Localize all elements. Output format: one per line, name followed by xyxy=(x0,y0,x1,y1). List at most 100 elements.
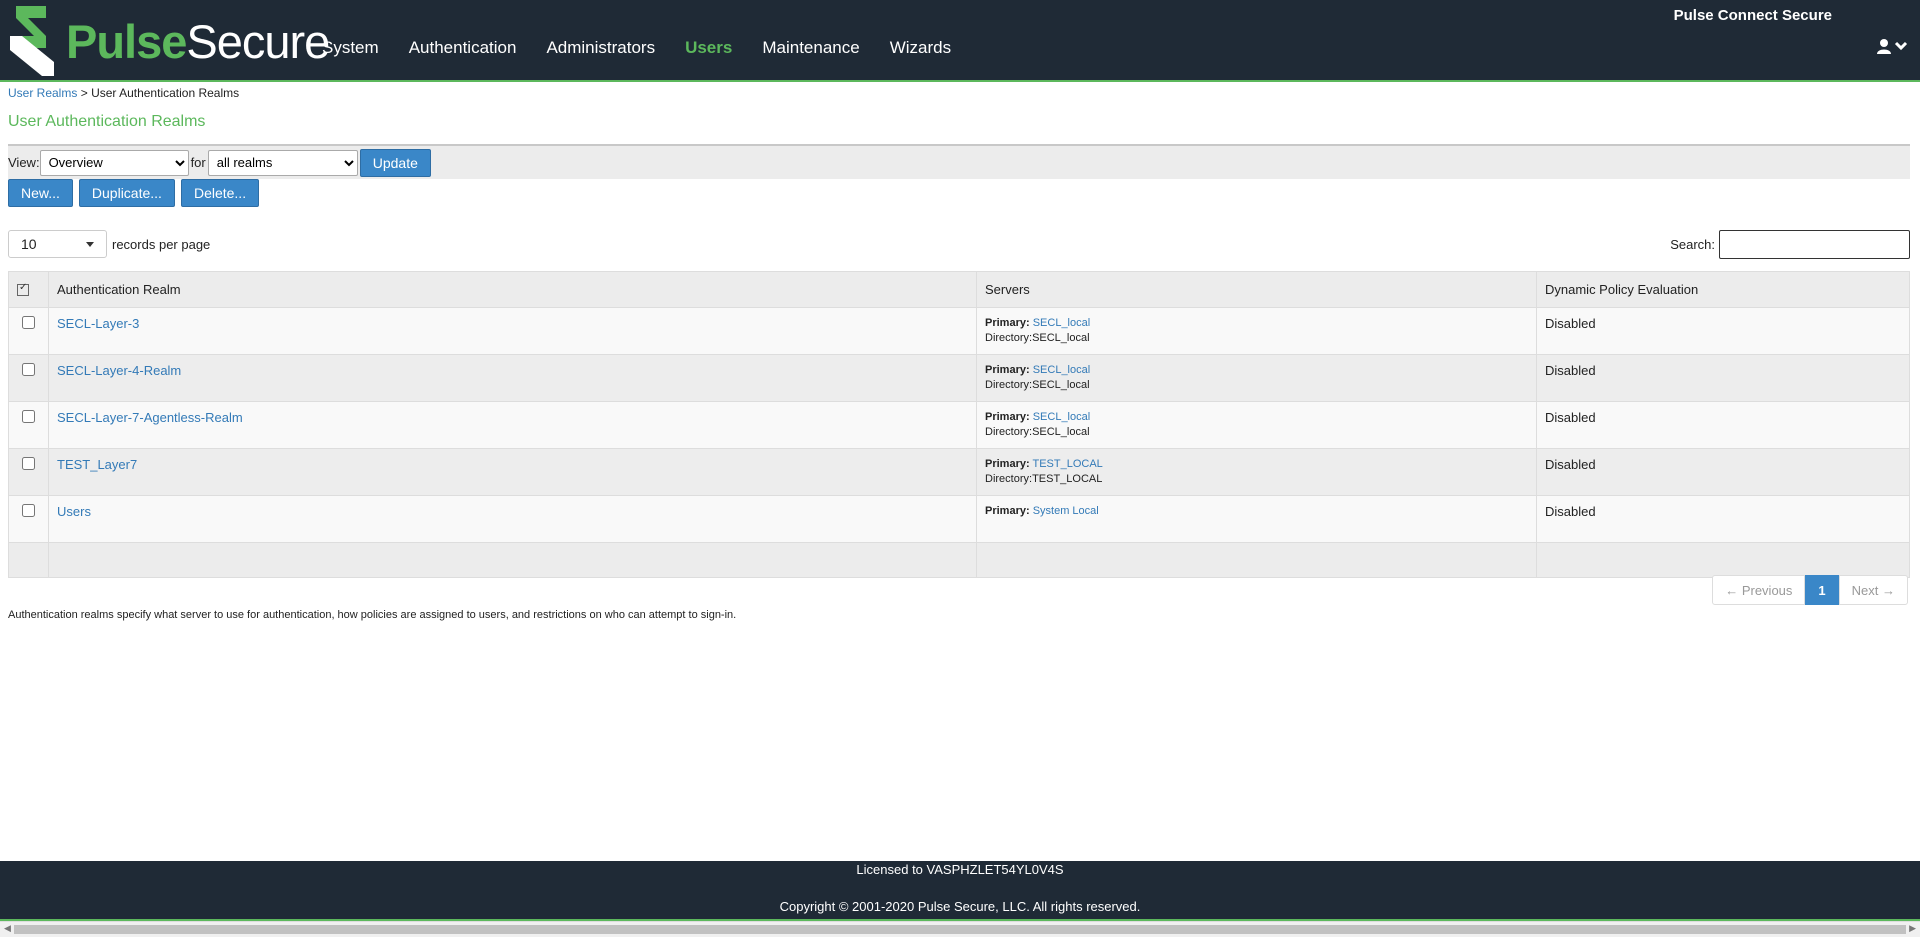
primary-server-link[interactable]: SECL_local xyxy=(1033,317,1090,329)
breadcrumb-current: User Authentication Realms xyxy=(91,86,240,100)
directory-server: TEST_LOCAL xyxy=(1032,473,1103,485)
pagination: ← Previous 1 Next → xyxy=(1712,575,1908,605)
servers-cell: Primary: SECL_local Directory:SECL_local xyxy=(976,401,1537,449)
directory-label: Directory: xyxy=(985,426,1033,438)
empty-cell xyxy=(48,542,977,578)
records-per-page-value: 10 xyxy=(21,236,37,252)
new-button[interactable]: New... xyxy=(8,179,73,207)
row-checkbox[interactable] xyxy=(22,504,35,517)
servers-cell: Primary: System Local xyxy=(976,495,1537,543)
breadcrumb: User Realms > User Authentication Realms xyxy=(8,86,239,100)
primary-label: Primary: xyxy=(985,364,1030,376)
row-checkbox-cell xyxy=(8,307,49,355)
realm-link[interactable]: SECL-Layer-7-Agentless-Realm xyxy=(57,410,243,425)
breadcrumb-user-realms[interactable]: User Realms xyxy=(8,86,77,100)
footer: Licensed to VASPHZLET54YL0V4S Copyright … xyxy=(0,861,1920,921)
realm-link[interactable]: TEST_Layer7 xyxy=(57,457,137,472)
primary-server-link[interactable]: System Local xyxy=(1033,505,1099,517)
row-checkbox-cell xyxy=(8,448,49,496)
breadcrumb-separator: > xyxy=(80,86,88,100)
header-dynamic-policy-evaluation[interactable]: Dynamic Policy Evaluation xyxy=(1536,271,1910,308)
primary-label: Primary: xyxy=(985,317,1030,329)
row-checkbox[interactable] xyxy=(22,316,35,329)
realm-cell: SECL-Layer-3 xyxy=(48,307,977,355)
table-footer-row xyxy=(8,542,1910,578)
help-text: Authentication realms specify what serve… xyxy=(8,609,737,621)
user-menu[interactable] xyxy=(1876,38,1908,54)
nav-wizards[interactable]: Wizards xyxy=(890,38,951,58)
dpe-cell: Disabled xyxy=(1536,307,1910,355)
dpe-cell: Disabled xyxy=(1536,354,1910,402)
previous-page-button[interactable]: ← Previous xyxy=(1712,575,1806,605)
row-checkbox-cell xyxy=(8,495,49,543)
dpe-cell: Disabled xyxy=(1536,495,1910,543)
primary-label: Primary: xyxy=(985,411,1030,423)
primary-label: Primary: xyxy=(985,458,1030,470)
page-title: User Authentication Realms xyxy=(8,113,206,130)
logo-mark-icon xyxy=(10,6,54,76)
table-row: SECL-Layer-3 Primary: SECL_local Directo… xyxy=(8,307,1910,355)
realm-cell: SECL-Layer-4-Realm xyxy=(48,354,977,402)
caret-down-icon xyxy=(86,242,94,247)
directory-label: Directory: xyxy=(985,332,1033,344)
realm-cell: TEST_Layer7 xyxy=(48,448,977,496)
servers-cell: Primary: TEST_LOCAL Directory:TEST_LOCAL xyxy=(976,448,1537,496)
empty-cell xyxy=(8,542,49,578)
update-button[interactable]: Update xyxy=(359,148,431,177)
scroll-right-icon[interactable]: ▶ xyxy=(1909,923,1916,934)
next-page-button[interactable]: Next → xyxy=(1838,575,1908,605)
row-checkbox[interactable] xyxy=(22,363,35,376)
directory-label: Directory: xyxy=(985,379,1033,391)
duplicate-button[interactable]: Duplicate... xyxy=(78,179,175,207)
directory-server: SECL_local xyxy=(1032,332,1090,344)
page-1-button[interactable]: 1 xyxy=(1805,575,1839,605)
row-checkbox-cell xyxy=(8,401,49,449)
primary-server-link[interactable]: TEST_LOCAL xyxy=(1033,458,1103,470)
records-per-page-label: records per page xyxy=(112,236,211,252)
realm-cell: SECL-Layer-7-Agentless-Realm xyxy=(48,401,977,449)
realm-link[interactable]: SECL-Layer-3 xyxy=(57,316,139,331)
row-checkbox[interactable] xyxy=(22,410,35,423)
for-label: for xyxy=(190,155,206,170)
primary-server-link[interactable]: SECL_local xyxy=(1033,411,1090,423)
header-servers[interactable]: Servers xyxy=(976,271,1537,308)
nav-authentication[interactable]: Authentication xyxy=(409,38,517,58)
realms-table: Authentication Realm Servers Dynamic Pol… xyxy=(8,271,1910,578)
pulse-secure-logo[interactable]: PulseSecure xyxy=(6,6,330,76)
header-authentication-realm[interactable]: Authentication Realm xyxy=(48,271,977,308)
view-bar: View: Overview for all realms Update xyxy=(8,144,1910,179)
nav-administrators[interactable]: Administrators xyxy=(546,38,655,58)
row-checkbox-cell xyxy=(8,354,49,402)
realm-filter-select[interactable]: all realms xyxy=(207,149,358,176)
table-row: TEST_Layer7 Primary: TEST_LOCAL Director… xyxy=(8,448,1910,496)
top-header: PulseSecure System Authentication Admini… xyxy=(0,0,1920,82)
servers-cell: Primary: SECL_local Directory:SECL_local xyxy=(976,307,1537,355)
servers-cell: Primary: SECL_local Directory:SECL_local xyxy=(976,354,1537,402)
select-all-header[interactable] xyxy=(8,271,49,308)
delete-button[interactable]: Delete... xyxy=(180,179,260,207)
realm-link[interactable]: SECL-Layer-4-Realm xyxy=(57,363,181,378)
records-per-page-select[interactable]: 10 xyxy=(8,230,107,258)
table-row: SECL-Layer-4-Realm Primary: SECL_local D… xyxy=(8,354,1910,402)
table-row: Users Primary: System Local Disabled xyxy=(8,495,1910,543)
scrollbar-thumb[interactable] xyxy=(14,925,1906,934)
view-select[interactable]: Overview xyxy=(39,149,189,176)
nav-maintenance[interactable]: Maintenance xyxy=(762,38,859,58)
scroll-left-icon[interactable]: ◀ xyxy=(4,923,11,934)
logo-text-secure: Secure xyxy=(186,15,330,68)
row-checkbox[interactable] xyxy=(22,457,35,470)
select-all-icon[interactable] xyxy=(17,282,29,296)
user-icon xyxy=(1877,39,1891,54)
empty-cell xyxy=(976,542,1537,578)
logo-text: PulseSecure xyxy=(66,14,330,69)
nav-system[interactable]: System xyxy=(322,38,379,58)
records-per-page: 10 records per page xyxy=(8,230,210,258)
nav-users[interactable]: Users xyxy=(685,38,732,58)
product-name: Pulse Connect Secure xyxy=(1673,7,1832,24)
table-header-row: Authentication Realm Servers Dynamic Pol… xyxy=(8,271,1910,308)
search-input[interactable] xyxy=(1719,230,1910,259)
realm-link[interactable]: Users xyxy=(57,504,91,519)
directory-server: SECL_local xyxy=(1032,426,1090,438)
primary-server-link[interactable]: SECL_local xyxy=(1033,364,1090,376)
horizontal-scrollbar[interactable]: ◀ ▶ xyxy=(0,921,1920,937)
